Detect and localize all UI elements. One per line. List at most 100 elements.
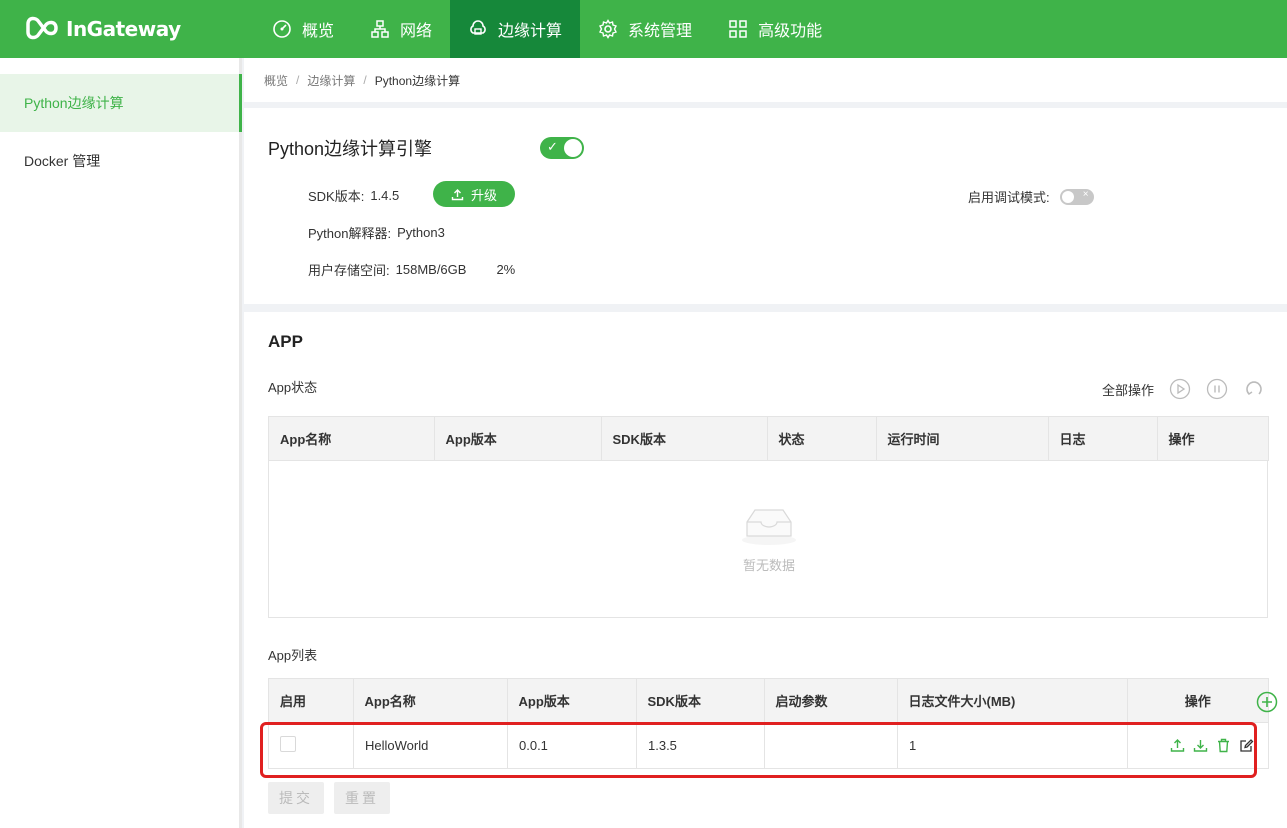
breadcrumb: 概览 / 边缘计算 / Python边缘计算 [244,58,1287,102]
breadcrumb-item-edge[interactable]: 边缘计算 [307,72,355,89]
sidebar-item-docker[interactable]: Docker 管理 [0,132,239,190]
close-icon: × [1082,188,1089,200]
nav-item-label: 概览 [302,23,335,40]
main-nav: 概览 网络 边缘计算 系统管理 高级功能 [240,0,840,58]
enable-checkbox[interactable] [280,736,296,752]
upload-icon [451,188,464,200]
download-icon [1193,740,1208,752]
all-operations-label: 全部操作 [1101,382,1154,398]
interpreter-value: Python3 [397,225,445,240]
nav-item-advanced[interactable]: 高级功能 [710,0,840,58]
storage-label: 用户存储空间: [308,263,390,278]
column-header: App名称 [353,678,508,724]
nav-item-network[interactable]: 网络 [352,0,450,58]
delete-button[interactable] [1216,738,1231,753]
breadcrumb-separator: / [363,73,367,87]
table-header-row: 启用 App名称 App版本 SDK版本 启动参数 日志文件大小(MB) 操作 [268,678,1269,724]
nav-item-system-management[interactable]: 系统管理 [580,0,710,58]
edit-button[interactable] [1239,738,1254,753]
app-section-title: APP [268,332,303,351]
top-navbar: InGateway 概览 网络 边缘计算 系统管理 高级功能 [0,0,1287,58]
engine-enable-toggle[interactable]: ✓ [540,137,584,159]
sidebar-item-label: Docker 管理 [24,153,101,169]
dashboard-icon [273,20,291,38]
empty-box-icon [739,502,799,549]
sdk-version-cell: 1.3.5 [636,722,765,769]
column-header: 启用 [268,678,354,724]
column-header: 运行时间 [876,416,1049,462]
column-header: 日志 [1048,416,1158,462]
grid-icon [729,20,747,38]
log-size-cell[interactable]: 1 [897,722,1128,769]
column-header: SDK版本 [636,678,765,724]
toggle-knob [564,139,582,157]
sidebar: Python边缘计算 Docker 管理 [0,58,242,828]
empty-state: 暂无数据 [268,460,1268,618]
breadcrumb-separator: / [296,73,300,87]
start-params-cell[interactable] [764,722,898,769]
breadcrumb-item-current: Python边缘计算 [374,73,461,88]
reset-button[interactable]: 重置 [334,782,390,814]
nav-item-label: 边缘计算 [498,23,563,40]
column-header: 操作 [1127,678,1269,723]
column-header: 状态 [767,416,877,462]
storage-percent: 2% [496,262,516,277]
edit-icon [1240,739,1254,752]
trash-icon [1218,738,1229,753]
restart-icon [1246,381,1262,395]
upgrade-label: 升级 [470,187,497,203]
sdk-version-label: SDK版本: [308,189,365,204]
debug-mode-label: 启用调试模式: [968,190,1050,205]
app-name-cell: HelloWorld [353,722,508,769]
engine-title: Python边缘计算引擎 [268,139,433,159]
nav-item-label: 高级功能 [758,23,823,40]
download-button[interactable] [1193,738,1208,753]
breadcrumb-item-overview[interactable]: 概览 [264,72,288,89]
sdk-version-value: 1.4.5 [370,188,400,203]
play-all-button[interactable] [1169,378,1191,400]
column-header: App版本 [434,416,602,462]
column-header: App名称 [268,416,435,462]
toggle-knob [1061,190,1074,203]
app-list-table: 启用 App名称 App版本 SDK版本 启动参数 日志文件大小(MB) 操作 … [268,678,1269,769]
sdk-version-row: SDK版本: 1.4.5 [308,186,399,205]
edge-computing-icon [470,20,486,35]
add-app-button[interactable] [1256,691,1278,713]
column-header: 启动参数 [764,678,898,724]
upload-button[interactable] [1170,738,1185,753]
interpreter-row: Python解释器: Python3 [308,223,445,242]
upload-icon [1170,739,1185,752]
restart-all-button[interactable] [1243,378,1265,400]
sidebar-item-label: Python边缘计算 [24,95,124,111]
app-card: APP App状态 全部操作 App名称 App版本 SDK版本 状态 运行时间… [244,312,1287,828]
brand-name: InGateway [66,17,181,41]
table-header-row: App名称 App版本 SDK版本 状态 运行时间 日志 操作 [268,416,1269,462]
nav-item-label: 系统管理 [628,23,693,40]
inhand-logo-icon [24,12,60,46]
app-version-cell: 0.0.1 [507,722,637,769]
pause-all-button[interactable] [1206,378,1228,400]
upgrade-button[interactable]: 升级 [433,181,515,207]
submit-button[interactable]: 提交 [268,782,324,814]
plus-circle-icon [1256,691,1278,713]
nav-item-edge-computing[interactable]: 边缘计算 [450,0,581,58]
debug-mode-row: 启用调试模式: × [968,187,1094,206]
interpreter-label: Python解释器: [308,226,392,241]
pause-icon [1206,378,1228,400]
nav-item-overview[interactable]: 概览 [254,0,352,58]
empty-text: 暂无数据 [742,558,795,573]
app-list-title: App列表 [268,648,318,663]
storage-value: 158MB/6GB [395,262,467,277]
app-status-table: App名称 App版本 SDK版本 状态 运行时间 日志 操作 [268,416,1269,462]
table-row: HelloWorld 0.0.1 1.3.5 1 [268,722,1269,769]
brand-logo[interactable]: InGateway [0,0,240,58]
nav-item-label: 网络 [400,23,433,40]
sidebar-item-python-edge[interactable]: Python边缘计算 [0,74,242,132]
play-icon [1169,378,1191,400]
debug-mode-toggle[interactable]: × [1059,188,1094,205]
network-icon [371,20,389,38]
column-header: App版本 [507,678,637,724]
app-status-title: App状态 [268,380,318,395]
check-icon: ✓ [547,139,558,154]
column-header: 日志文件大小(MB) [897,678,1128,724]
